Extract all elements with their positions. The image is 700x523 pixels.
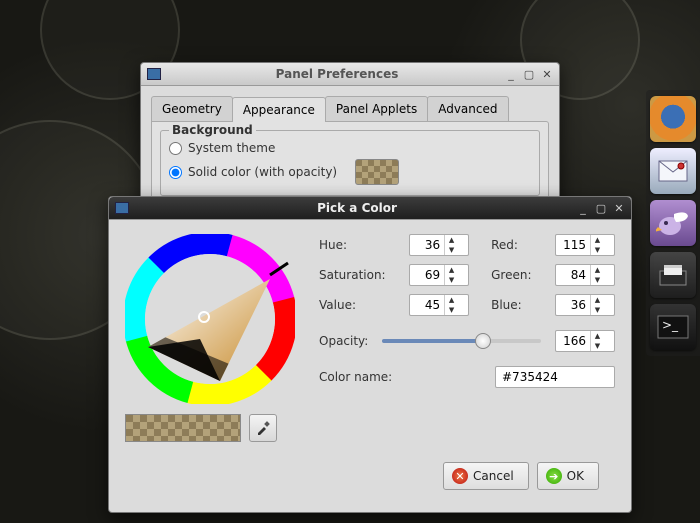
val-down[interactable]: ▼ — [445, 305, 458, 315]
opacity-input[interactable] — [556, 331, 590, 351]
colorname-input[interactable] — [495, 366, 615, 388]
hsv-color-wheel[interactable] — [125, 234, 295, 404]
tab-advanced[interactable]: Advanced — [427, 96, 508, 121]
prefs-tabs: Geometry Appearance Panel Applets Advanc… — [151, 96, 549, 121]
opacity-field[interactable]: ▲▼ — [555, 330, 615, 352]
solid-color-swatch-button[interactable] — [355, 159, 399, 185]
opacity-slider[interactable] — [382, 339, 541, 343]
close-button[interactable]: ✕ — [613, 202, 625, 214]
radio-solid-color[interactable]: Solid color (with opacity) — [169, 159, 531, 185]
green-label: Green: — [491, 268, 533, 282]
hue-down[interactable]: ▼ — [445, 245, 458, 255]
colorname-label: Color name: — [319, 370, 481, 384]
color-titlebar[interactable]: Pick a Color _ ▢ ✕ — [109, 197, 631, 220]
hue-label: Hue: — [319, 238, 387, 252]
opacity-label: Opacity: — [319, 334, 368, 348]
val-up[interactable]: ▲ — [445, 295, 458, 305]
red-down[interactable]: ▼ — [591, 245, 604, 255]
window-icon — [115, 202, 129, 214]
radio-solid-color-label: Solid color (with opacity) — [188, 165, 337, 179]
eyedropper-button[interactable] — [249, 414, 277, 442]
pidgin-bird-icon — [656, 208, 690, 238]
mail-icon[interactable] — [650, 148, 696, 194]
close-button[interactable]: ✕ — [541, 68, 553, 80]
green-down[interactable]: ▼ — [591, 275, 604, 285]
terminal-prompt-icon: >_ — [657, 315, 689, 339]
tab-panel-applets[interactable]: Panel Applets — [325, 96, 428, 121]
green-field[interactable]: ▲▼ — [555, 264, 615, 286]
color-body: Hue: ▲▼ Red: ▲▼ Saturation: ▲▼ Green: ▲▼… — [109, 220, 631, 512]
minimize-button[interactable]: _ — [505, 68, 517, 80]
color-picker-window: Pick a Color _ ▢ ✕ — [108, 196, 632, 513]
current-color-swatch — [125, 414, 241, 442]
eyedropper-icon — [255, 420, 271, 436]
red-label: Red: — [491, 238, 533, 252]
maximize-button[interactable]: ▢ — [595, 202, 607, 214]
ok-icon: ➔ — [546, 468, 562, 484]
blue-field[interactable]: ▲▼ — [555, 294, 615, 316]
hue-input[interactable] — [410, 235, 444, 255]
files-icon[interactable] — [650, 252, 696, 298]
background-legend: Background — [169, 123, 256, 137]
color-title: Pick a Color — [137, 201, 577, 215]
green-input[interactable] — [556, 265, 590, 285]
blue-label: Blue: — [491, 298, 533, 312]
maximize-button[interactable]: ▢ — [523, 68, 535, 80]
dock: >_ — [646, 90, 700, 356]
hue-up[interactable]: ▲ — [445, 235, 458, 245]
dialog-buttons: ✕ Cancel ➔ OK — [125, 456, 615, 502]
blue-input[interactable] — [556, 295, 590, 315]
cancel-icon: ✕ — [452, 468, 468, 484]
sat-down[interactable]: ▼ — [445, 275, 458, 285]
saturation-label: Saturation: — [319, 268, 387, 282]
saturation-field[interactable]: ▲▼ — [409, 264, 469, 286]
blue-up[interactable]: ▲ — [591, 295, 604, 305]
firefox-icon[interactable] — [650, 96, 696, 142]
saturation-input[interactable] — [410, 265, 444, 285]
tab-geometry[interactable]: Geometry — [151, 96, 233, 121]
blue-down[interactable]: ▼ — [591, 305, 604, 315]
prefs-titlebar[interactable]: Panel Preferences _ ▢ ✕ — [141, 63, 559, 86]
tab-appearance[interactable]: Appearance — [232, 97, 326, 122]
hue-field[interactable]: ▲▼ — [409, 234, 469, 256]
radio-system-theme-label: System theme — [188, 141, 275, 155]
value-input[interactable] — [410, 295, 444, 315]
op-up[interactable]: ▲ — [591, 331, 604, 341]
ok-button[interactable]: ➔ OK — [537, 462, 599, 490]
ok-label: OK — [567, 469, 584, 483]
value-field[interactable]: ▲▼ — [409, 294, 469, 316]
terminal-icon[interactable]: >_ — [650, 304, 696, 350]
minimize-button[interactable]: _ — [577, 202, 589, 214]
red-field[interactable]: ▲▼ — [555, 234, 615, 256]
file-drawer-icon — [658, 263, 688, 287]
radio-solid-color-input[interactable] — [169, 166, 182, 179]
red-input[interactable] — [556, 235, 590, 255]
background-group: Background System theme Solid color (wit… — [160, 130, 540, 196]
op-down[interactable]: ▼ — [591, 341, 604, 351]
value-label: Value: — [319, 298, 387, 312]
green-up[interactable]: ▲ — [591, 265, 604, 275]
color-fields: Hue: ▲▼ Red: ▲▼ Saturation: ▲▼ Green: ▲▼… — [319, 234, 615, 442]
radio-system-theme[interactable]: System theme — [169, 141, 531, 155]
window-icon — [147, 68, 161, 80]
radio-system-theme-input[interactable] — [169, 142, 182, 155]
svg-text:>_: >_ — [662, 318, 679, 332]
prefs-title: Panel Preferences — [169, 67, 505, 81]
envelope-stamp-icon — [658, 160, 688, 182]
cancel-button[interactable]: ✕ Cancel — [443, 462, 529, 490]
red-up[interactable]: ▲ — [591, 235, 604, 245]
color-wheel-area — [125, 234, 305, 442]
cancel-label: Cancel — [473, 469, 514, 483]
pidgin-icon[interactable] — [650, 200, 696, 246]
sat-up[interactable]: ▲ — [445, 265, 458, 275]
